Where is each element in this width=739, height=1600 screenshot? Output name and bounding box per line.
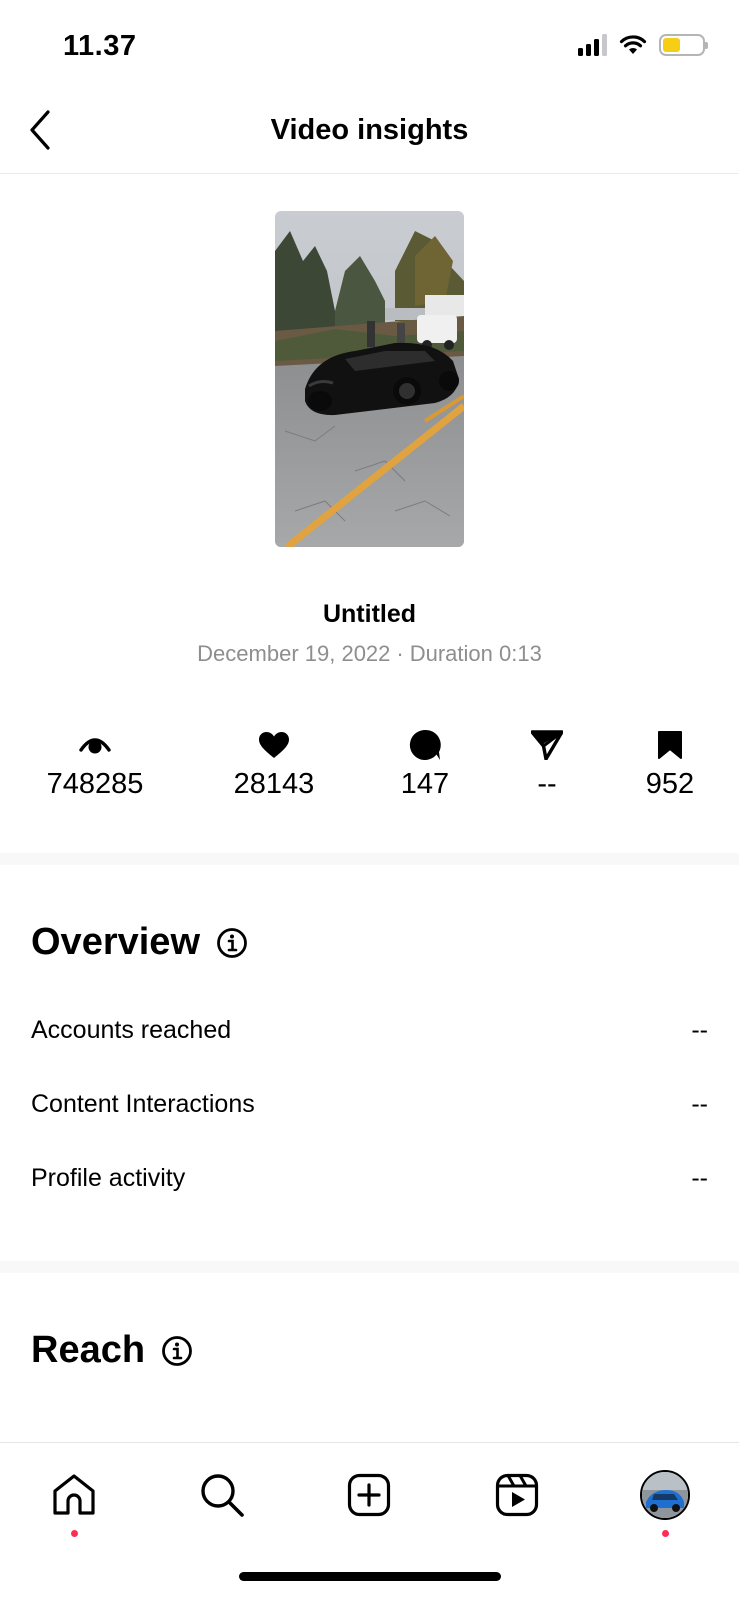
tab-reels[interactable] [487, 1465, 547, 1525]
info-icon-glyph [217, 927, 247, 958]
stat-views-value: 748285 [46, 768, 144, 800]
metric-value: -- [691, 1089, 708, 1118]
video-duration: Duration 0:13 [409, 641, 542, 666]
avatar-image [642, 1472, 688, 1518]
video-meta: December 19, 2022 · Duration 0:13 [0, 641, 739, 667]
wifi-icon [619, 35, 647, 54]
profile-avatar [640, 1470, 690, 1520]
metric-value: -- [691, 1163, 708, 1192]
metric-row-accounts-reached[interactable]: Accounts reached -- [31, 1010, 708, 1050]
tab-create[interactable] [339, 1465, 399, 1525]
stat-saves-value: 952 [645, 768, 695, 800]
status-bar: 11.37 [0, 0, 739, 96]
stat-comments: 147 [355, 728, 495, 801]
notification-dot [661, 1530, 669, 1537]
metric-label: Content Interactions [31, 1089, 255, 1118]
stat-saves: 952 [600, 728, 739, 801]
thumbnail-image [275, 211, 464, 547]
home-icon [53, 1474, 95, 1515]
stat-likes: 28143 [204, 728, 344, 801]
section-divider [0, 853, 739, 865]
battery-fill [663, 38, 681, 52]
create-icon [347, 1473, 391, 1517]
metric-label: Accounts reached [31, 1015, 232, 1044]
status-icons [578, 34, 708, 56]
metric-row-profile-activity[interactable]: Profile activity -- [31, 1158, 708, 1198]
notification-dot [70, 1530, 78, 1537]
search-icon [201, 1474, 244, 1517]
metric-value: -- [691, 1015, 708, 1044]
info-icon-glyph [162, 1335, 192, 1366]
signal-icon [578, 34, 607, 56]
stat-shares: -- [477, 728, 617, 801]
stat-likes-value: 28143 [233, 768, 315, 800]
tab-home[interactable] [44, 1465, 104, 1537]
video-title: Untitled [322, 600, 417, 628]
video-date: December 19, 2022 [197, 641, 391, 666]
info-icon[interactable] [161, 1335, 193, 1367]
share-send-icon [531, 730, 563, 760]
metric-label: Profile activity [31, 1163, 186, 1192]
overview-title-text: Overview [31, 921, 200, 963]
battery-icon [659, 34, 708, 56]
views-eye-icon [79, 738, 111, 754]
overview-title: Overview [31, 921, 248, 964]
comment-icon [409, 729, 441, 760]
info-icon[interactable] [216, 927, 248, 959]
tab-profile[interactable] [635, 1465, 695, 1537]
stats-row: 748285 28143 147 -- 952 [0, 728, 739, 808]
tab-search[interactable] [192, 1465, 252, 1525]
metric-row-content-interactions[interactable]: Content Interactions -- [31, 1084, 708, 1124]
stat-shares-value: -- [537, 768, 557, 800]
status-time: 11.37 [63, 30, 137, 62]
tab-bar [0, 1442, 739, 1542]
reels-icon [495, 1473, 539, 1517]
reach-title: Reach [31, 1329, 193, 1372]
heart-icon [259, 732, 289, 758]
home-indicator [239, 1572, 501, 1581]
video-thumbnail[interactable] [275, 211, 464, 547]
meta-separator: · [396, 641, 404, 666]
section-divider [0, 1261, 739, 1273]
nav-header: Video insights [0, 96, 739, 174]
bookmark-icon [658, 731, 682, 759]
stat-comments-value: 147 [400, 768, 450, 800]
stat-views: 748285 [25, 728, 165, 801]
page-title: Video insights [270, 114, 469, 146]
reach-title-text: Reach [31, 1329, 146, 1371]
